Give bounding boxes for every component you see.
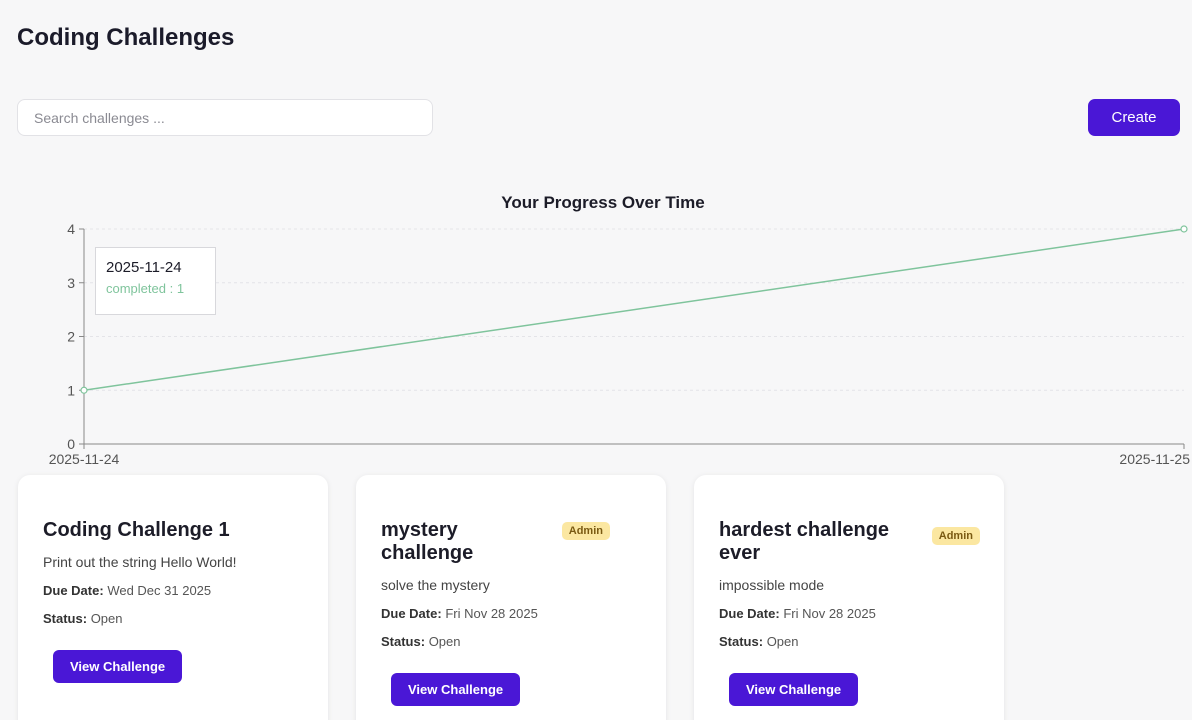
card-description: Print out the string Hello World! (43, 554, 237, 570)
view-challenge-button[interactable]: View Challenge (391, 673, 521, 706)
challenge-card: hardest challenge ever Admin impossible … (694, 475, 1004, 720)
data-point (1180, 225, 1188, 233)
admin-badge: Admin (931, 527, 980, 545)
view-challenge-button[interactable]: View Challenge (729, 673, 859, 706)
due-date-label: Due Date: (719, 606, 780, 621)
status-value: Open (766, 634, 799, 649)
status-row: Status: Open (381, 634, 642, 649)
page-title: Coding Challenges (17, 24, 235, 51)
due-date-row: Due Date: Fri Nov 28 2025 (719, 606, 980, 621)
chart-tooltip: 2025-11-24 completed : 1 (95, 247, 216, 315)
create-button[interactable]: Create (1088, 99, 1180, 136)
due-date-value: Fri Nov 28 2025 (783, 606, 876, 621)
y-tick-label: 0 (67, 436, 75, 452)
status-value: Open (428, 634, 461, 649)
status-label: Status: (381, 634, 426, 649)
due-date-label: Due Date: (381, 606, 442, 621)
status-label: Status: (43, 611, 88, 626)
card-title: hardest challenge ever (719, 519, 890, 564)
admin-badge: Admin (561, 522, 610, 540)
due-date-label: Due Date: (43, 583, 104, 598)
card-header: Coding Challenge 1 (43, 519, 304, 542)
status-row: Status: Open (719, 634, 980, 649)
status-value: Open (90, 611, 123, 626)
challenge-card: Coding Challenge 1 Print out the string … (18, 475, 328, 720)
chart-svg: Your Progress Over Time 012342025-11-24 2… (49, 193, 1190, 467)
card-title: Coding Challenge 1 (43, 519, 230, 541)
due-date-row: Due Date: Fri Nov 28 2025 (381, 606, 642, 621)
card-description: impossible mode (719, 577, 825, 593)
chart-title: Your Progress Over Time (501, 193, 704, 212)
x-tick-label: 2025-11-24 (49, 451, 120, 467)
card-header: mystery challenge Admin (381, 519, 642, 565)
y-tick-label: 1 (67, 382, 75, 398)
status-label: Status: (719, 634, 764, 649)
series-line (83, 228, 1185, 391)
due-date-row: Due Date: Wed Dec 31 2025 (43, 583, 304, 598)
status-row: Status: Open (43, 611, 304, 626)
view-challenge-button[interactable]: View Challenge (53, 650, 183, 683)
search-input[interactable] (17, 99, 433, 136)
challenge-card: mystery challenge Admin solve the myster… (356, 475, 666, 720)
progress-chart: Your Progress Over Time 0 1 2 3 4 2025-11-24 2… (0, 180, 1192, 470)
tooltip-value: completed : 1 (106, 281, 185, 296)
card-description: solve the mystery (381, 577, 490, 593)
y-tick-label: 4 (67, 221, 75, 237)
due-date-value: Fri Nov 28 2025 (445, 606, 538, 621)
due-date-value: Wed Dec 31 2025 (107, 583, 212, 598)
card-header: hardest challenge ever Admin (719, 519, 980, 565)
data-point (80, 386, 88, 394)
tooltip-date: 2025-11-24 (106, 259, 182, 276)
card-title: mystery challenge (381, 519, 474, 564)
y-tick-label: 3 (67, 275, 75, 291)
x-tick-label: 2025-11-25 (1119, 451, 1190, 467)
y-tick-label: 2 (67, 329, 75, 345)
